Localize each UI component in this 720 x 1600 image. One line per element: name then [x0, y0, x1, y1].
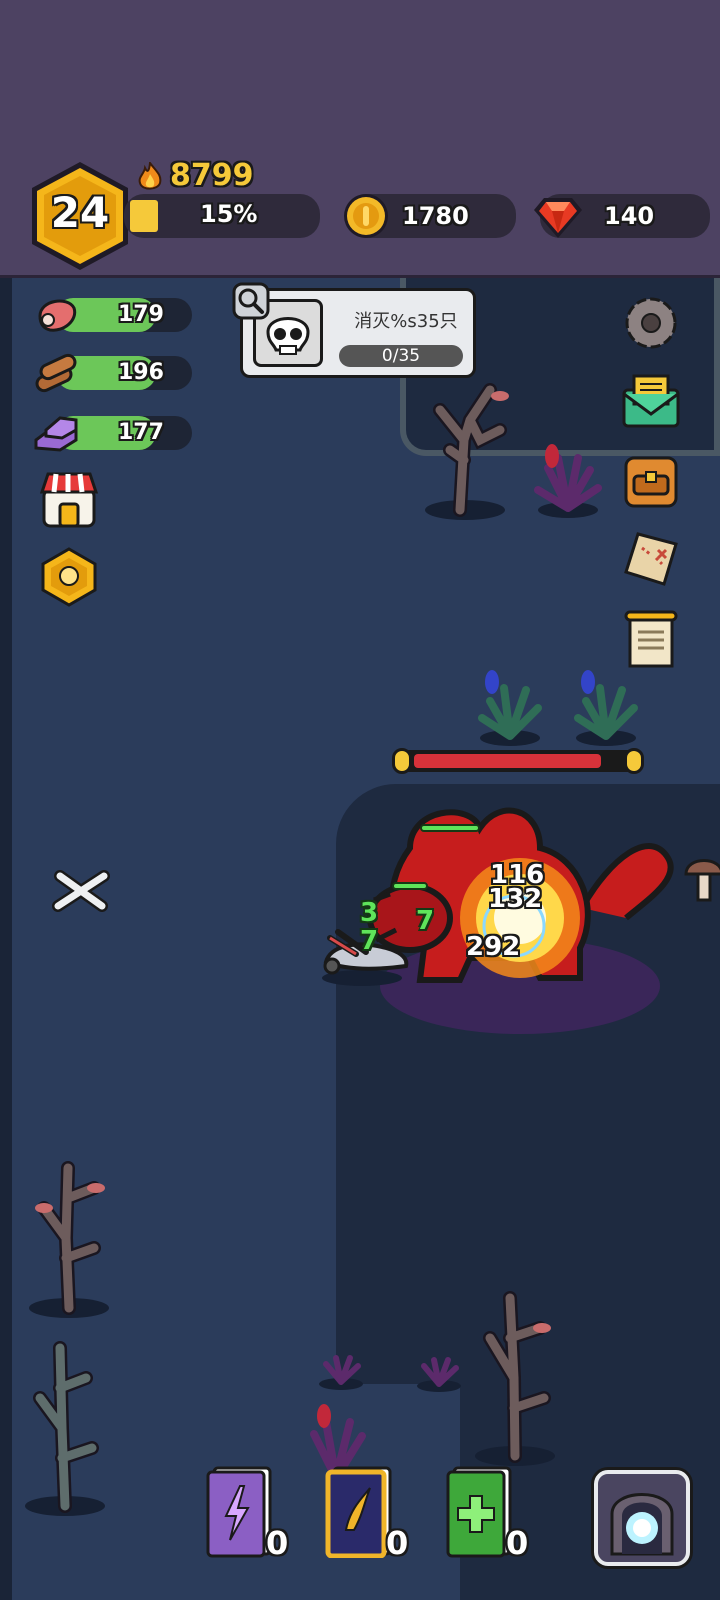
quest-progress-label: 0/35 — [381, 346, 421, 366]
shop-icon[interactable] — [38, 468, 100, 530]
settings-gear-icon[interactable] — [620, 292, 682, 354]
level-number: 24 — [50, 188, 110, 237]
wind-book-count: 0 — [386, 1524, 409, 1562]
gem-counter[interactable]: 140 — [534, 194, 710, 238]
meat-icon — [38, 299, 77, 332]
wind-book-slot[interactable]: 0 — [324, 1464, 408, 1562]
treasure-map-icon[interactable] — [620, 528, 682, 590]
boss-health-bar — [392, 748, 644, 774]
wood-icon — [35, 353, 77, 393]
meat-value: 179 — [118, 302, 164, 327]
portal-gate-icon — [610, 1493, 674, 1556]
portal-button[interactable] — [594, 1470, 690, 1566]
top-hud: 24 8799 15% 1780 140 — [0, 0, 720, 278]
dead-tree-icon — [475, 1291, 555, 1466]
gold-value: 1780 — [402, 202, 469, 230]
backpack-icon[interactable] — [620, 448, 682, 510]
enemy-health-bar — [392, 882, 428, 890]
quest-progress-bar: 0/35 — [339, 345, 463, 367]
damage-number: 132 — [488, 884, 543, 914]
dead-tree-icon — [29, 1161, 109, 1318]
lightning-book-slot[interactable]: 0 — [204, 1464, 288, 1562]
purple-plant-icon — [319, 1355, 363, 1390]
purple-plant-icon — [417, 1357, 461, 1392]
quest-title: 消灭%s35只 — [354, 311, 458, 332]
xp-bar: 15% — [124, 194, 320, 238]
magnifier-icon[interactable] — [232, 282, 270, 320]
dead-tree-icon — [25, 1341, 105, 1516]
heal-book-count: 0 — [506, 1524, 529, 1562]
level-badge[interactable]: 24 — [28, 160, 132, 272]
rank-medal-icon[interactable] — [38, 546, 100, 608]
heal-book-slot[interactable]: 0 — [444, 1464, 528, 1562]
lightning-book-count: 0 — [266, 1524, 289, 1562]
power-value: 8799 — [170, 158, 254, 193]
ore-value: 177 — [118, 420, 164, 445]
mail-icon[interactable] — [620, 370, 682, 432]
enemy-health-bar — [420, 824, 480, 832]
ore-icon — [34, 416, 78, 452]
game-field[interactable]: 179 196 177 消灭%s35只 0/35 116 132 292 3 7… — [0, 278, 720, 1600]
wood-value: 196 — [118, 360, 164, 385]
flame-icon — [136, 160, 166, 192]
blue-flower-plant-icon — [478, 670, 542, 746]
ruby-icon — [532, 192, 584, 240]
heal-number: 3 — [360, 898, 379, 928]
scroll-quest-icon[interactable] — [620, 608, 682, 670]
gold-counter[interactable]: 1780 — [344, 194, 516, 238]
left-wall — [0, 278, 12, 1600]
blue-flower-plant-icon — [574, 670, 638, 746]
heal-number: 7 — [360, 926, 379, 956]
bone-icon — [52, 870, 110, 912]
xp-percent: 15% — [200, 200, 258, 228]
gold-coin-icon — [342, 192, 390, 240]
gem-value: 140 — [604, 202, 655, 230]
dead-tree-icon — [425, 383, 509, 520]
xp-bar-fill — [130, 200, 158, 232]
quest-panel[interactable]: 消灭%s35只 0/35 — [240, 288, 476, 378]
mushroom-icon — [684, 859, 720, 902]
purple-plant-icon — [534, 444, 602, 518]
heal-number: 7 — [416, 906, 435, 936]
boss-health-fill — [414, 754, 602, 768]
damage-number: 292 — [466, 932, 521, 962]
